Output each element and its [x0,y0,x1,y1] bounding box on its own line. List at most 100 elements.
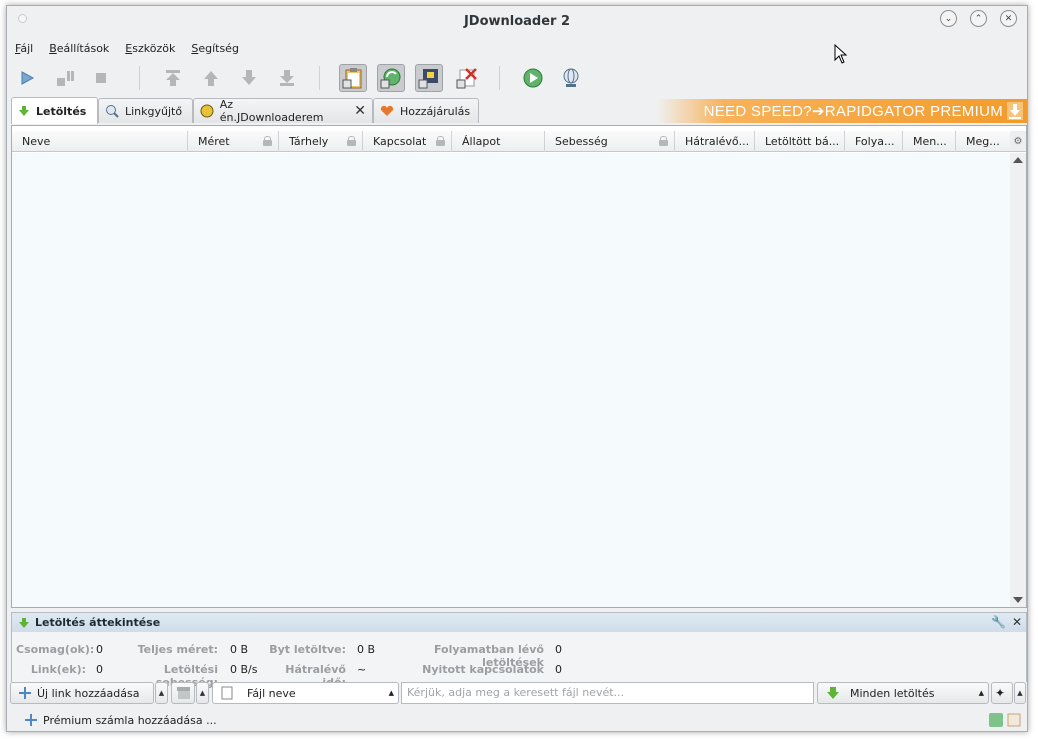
silent-mode-icon [418,69,438,89]
reconnect-icon [563,68,579,87]
toolbar-separator [499,66,500,90]
clear-list-icon [456,68,477,89]
table-body[interactable] [12,153,1012,607]
move-top-icon [166,70,180,86]
column-header-size[interactable]: Méret [188,131,279,152]
auto-reconnect-button[interactable] [377,64,405,92]
pause-icon [57,71,74,86]
reconnect-button[interactable] [557,64,585,92]
menu-settings[interactable]: Beállítások [41,40,117,58]
plus-icon [19,687,31,699]
search-mode-select[interactable]: Fájl neve ▲ [212,682,399,704]
menu-help[interactable]: Segítség [183,40,247,58]
start-downloads-button[interactable] [13,64,41,92]
update-button[interactable] [519,64,547,92]
column-header-bytes-loaded[interactable]: Letöltött bá... [755,131,845,152]
move-up-icon [204,71,218,86]
menu-tools[interactable]: Eszközök [117,40,183,58]
column-header-speed[interactable]: Sebesség [545,131,675,152]
update-status-icon[interactable] [989,713,1003,727]
stop-downloads-button[interactable] [87,64,115,92]
minimize-button[interactable]: ⌄ [940,10,957,27]
column-header-connection[interactable]: Kapcsolat [363,131,452,152]
rapidgator-premium-banner[interactable]: NEED SPEED?➔RAPIDGATOR PREMIUM [657,99,1027,123]
links-label: Link(ek): [30,663,86,676]
auto-reconnect-icon [380,68,401,89]
close-button[interactable]: ✕ [1000,10,1017,27]
download-arrow-icon [19,106,29,116]
move-down-button[interactable] [235,64,263,92]
chevron-down-icon: ⌄ [944,13,953,24]
toolbar-separator [319,66,320,90]
scroll-up-icon[interactable] [1013,157,1023,163]
tab-contribute[interactable]: Hozzájárulás [373,98,479,123]
clear-list-button[interactable] [453,64,481,92]
file-icon [221,686,233,700]
update-icon [523,68,543,88]
tab-my-jdownloader[interactable]: Az én.JDownloaderem ✕ [193,98,373,124]
column-header-amount[interactable]: Men... [903,131,956,152]
pause-downloads-button[interactable] [51,64,79,92]
overview-header: Letöltés áttekintése 🔧 ✕ [12,613,1026,632]
linkgrabber-icon [106,105,119,118]
archive-button[interactable] [171,682,195,704]
move-up-button[interactable] [197,64,225,92]
bottom-bar: Új link hozzáadása ▲ ▲ Fájl neve ▲ Kérjü… [7,680,1029,706]
column-settings-button[interactable]: ⚙ [1010,131,1026,152]
add-premium-account-link[interactable]: Prémium számla hozzáadása ... [43,714,217,727]
menu-bar: Fájl Beállítások Eszközök Segítség [7,40,247,58]
menu-file[interactable]: Fájl [7,40,41,58]
column-header-comment[interactable]: Meg... [956,131,1012,152]
download-overview-panel: Letöltés áttekintése 🔧 ✕ Csomag(ok): 0 L… [11,612,1027,689]
open-connections-label: Nyitott kapcsolatok [422,663,544,676]
scroll-down-icon[interactable] [1013,597,1023,603]
plus-icon [25,714,37,726]
column-header-eta[interactable]: Hátralévő... [675,131,755,152]
column-header-host[interactable]: Tárhely [279,131,363,152]
quick-settings-menu-button[interactable]: ▲ [1014,682,1026,704]
move-bottom-icon [280,70,294,86]
column-header-progress[interactable]: Folya... [845,131,903,152]
clipboard-icon [342,68,362,89]
download-icon [1007,102,1023,120]
play-icon [21,71,35,85]
close-tab-icon[interactable]: ✕ [354,103,366,119]
download-arrow-icon [19,617,29,628]
maximize-button[interactable]: ⌃ [970,10,987,27]
arrow-up-icon: ▲ [388,689,394,697]
silent-mode-button[interactable] [415,64,443,92]
search-input[interactable]: Kérjük, adja meg a keresett fájl nevét..… [401,682,814,704]
move-bottom-button[interactable] [273,64,301,92]
tab-linkgrabber[interactable]: Linkgyűjtő [98,98,193,123]
quick-settings-button[interactable]: ✦ [991,682,1013,704]
window-title: JDownloader 2 [463,14,571,29]
lock-icon [263,136,272,146]
links-value: 0 [96,663,103,676]
running-downloads-value: 0 [555,643,562,656]
tab-downloads[interactable]: Letöltés [11,97,98,124]
packages-value: 0 [96,643,103,656]
arrow-up-icon: ▲ [978,689,984,697]
mouse-cursor-icon [834,44,848,64]
column-header-name[interactable]: Neve [12,131,188,152]
download-speed-value: 0 B/s [230,663,258,676]
total-size-value: 0 B [230,643,249,656]
all-downloads-filter-button[interactable]: Minden letöltés ▲ [817,682,989,704]
add-new-links-button[interactable]: Új link hozzáadása [10,682,154,704]
toolbar-separator [139,66,140,90]
arrow-up-icon: ▲ [1017,689,1023,697]
lock-icon [436,136,445,146]
move-top-button[interactable] [159,64,187,92]
close-icon: ✕ [1004,13,1013,24]
close-icon[interactable]: ✕ [1012,615,1022,629]
column-header-status[interactable]: Állapot [452,131,545,152]
add-links-menu-button[interactable]: ▲ [155,682,168,704]
archive-menu-button[interactable]: ▲ [196,682,209,704]
notes-icon[interactable] [1007,713,1021,727]
clipboard-observer-button[interactable] [339,64,367,92]
wrench-icon[interactable]: 🔧 [991,615,1006,629]
download-table: Neve Méret Tárhely Kapcsolat Állapot Seb… [11,125,1027,608]
status-bar: Prémium számla hozzáadása ... [7,708,1029,732]
vertical-scrollbar[interactable] [1010,153,1026,607]
app-window: JDownloader 2 ⌄ ⌃ ✕ Fájl Beállítások Esz… [6,5,1028,732]
